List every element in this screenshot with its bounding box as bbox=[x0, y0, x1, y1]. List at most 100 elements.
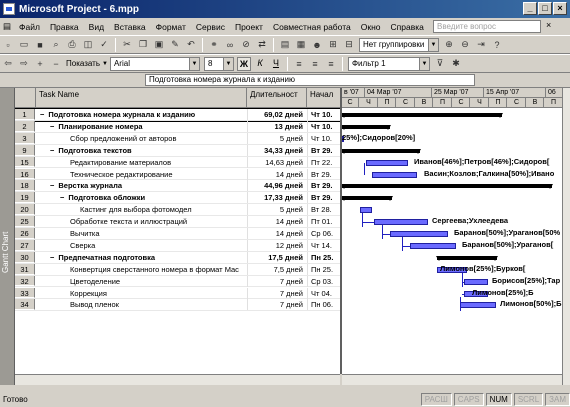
table-row[interactable]: 32 Цветоделение 7 дней Ср 03. bbox=[15, 275, 348, 288]
summary-bar[interactable] bbox=[342, 148, 421, 154]
table-row[interactable]: 31 Конвертция сверстанного номера в форма… bbox=[15, 263, 348, 276]
paste-icon[interactable]: ▣ bbox=[152, 38, 166, 52]
duration-cell[interactable]: 17,5 дней bbox=[247, 251, 307, 263]
table-row[interactable]: 25 Обработке текста и иллюстраций 14 дней П… bbox=[15, 216, 348, 228]
task-name-cell[interactable]: Коррекция bbox=[36, 288, 266, 299]
collapse-toggle[interactable]: − bbox=[50, 146, 54, 155]
table-row[interactable]: 27 Сверка 12 дней Чт 14. bbox=[15, 239, 348, 252]
duration-cell[interactable]: 13 дней bbox=[247, 120, 307, 132]
row-id[interactable]: 27 bbox=[15, 239, 35, 251]
collapse-toggle[interactable]: − bbox=[50, 253, 54, 262]
task-name-cell[interactable]: Сбор предложений от авторов bbox=[36, 133, 266, 144]
table-row[interactable]: 16 Техническое редактирование 14 дней Вт 29… bbox=[15, 168, 348, 181]
row-id[interactable]: 18 bbox=[15, 180, 35, 192]
help-icon[interactable]: ? bbox=[490, 38, 504, 52]
task-name-cell[interactable]: − Верстка журнала bbox=[36, 180, 266, 191]
copy-icon[interactable]: ❐ bbox=[136, 38, 150, 52]
publish-icon[interactable]: ⊞ bbox=[326, 38, 340, 52]
duration-cell[interactable]: 5 дней bbox=[247, 204, 307, 216]
zoom-in-icon[interactable]: ⊕ bbox=[442, 38, 456, 52]
task-name-cell[interactable]: − Планирование номера bbox=[36, 121, 266, 132]
menu-tools[interactable]: Сервис bbox=[191, 22, 230, 32]
task-name-cell[interactable]: Конвертция сверстанного номера в формат … bbox=[36, 264, 266, 275]
task-name-cell[interactable]: − Подготовка обложки bbox=[36, 192, 266, 203]
task-name-cell[interactable]: Техническое редактирование bbox=[36, 169, 266, 180]
summary-bar[interactable] bbox=[436, 255, 498, 261]
table-row[interactable]: 1− Подготовка номера журнала к изданию 69,… bbox=[15, 108, 348, 122]
row-id[interactable]: 3 bbox=[15, 132, 35, 144]
underline-button[interactable]: Ч bbox=[269, 57, 283, 71]
duration-cell[interactable]: 7 дней bbox=[247, 287, 307, 299]
summary-bar[interactable] bbox=[342, 184, 553, 190]
grouping-select[interactable]: Нет группировки ▼ bbox=[359, 37, 439, 52]
summary-bar[interactable] bbox=[342, 196, 393, 202]
align-right-icon[interactable]: ≡ bbox=[324, 57, 338, 71]
search-icon[interactable]: ⌕ bbox=[49, 38, 63, 52]
task-info-icon[interactable]: ▤ bbox=[278, 38, 292, 52]
publish-all-icon[interactable]: ⊟ bbox=[342, 38, 356, 52]
duration-cell[interactable]: 7 дней bbox=[247, 299, 307, 311]
close-button[interactable]: × bbox=[553, 2, 567, 15]
column-header-task-name[interactable]: Task Name bbox=[36, 88, 247, 108]
duration-cell[interactable]: 14 дней bbox=[247, 216, 307, 228]
task-name-cell[interactable]: Кастинг для выбора фотомодел bbox=[36, 204, 266, 215]
print-icon[interactable]: ⎙ bbox=[65, 38, 79, 52]
table-row[interactable]: 18− Верстка журнала 44,96 дней Вт 29. bbox=[15, 180, 348, 193]
chevron-down-icon[interactable]: ▼ bbox=[102, 61, 108, 67]
collapse-toggle[interactable]: − bbox=[50, 181, 54, 190]
align-center-icon[interactable]: ≡ bbox=[308, 57, 322, 71]
font-select[interactable]: Arial ▼ bbox=[109, 56, 200, 71]
unlink-tasks-icon[interactable]: ⊘ bbox=[239, 38, 253, 52]
duration-cell[interactable]: 69,02 дней bbox=[247, 109, 307, 120]
task-bar[interactable] bbox=[460, 302, 496, 309]
task-name-cell[interactable]: Цветоделение bbox=[36, 276, 266, 287]
row-id[interactable]: 1 bbox=[15, 109, 35, 120]
row-id[interactable]: 15 bbox=[15, 156, 35, 168]
task-name-cell[interactable]: − Предпечатная подготовка bbox=[36, 252, 266, 263]
collapse-toggle[interactable]: − bbox=[40, 110, 44, 119]
table-row[interactable]: 3 Сбор предложений от авторов 5 дней Чт 10. bbox=[15, 132, 348, 145]
task-name-cell[interactable]: Вывод пленок bbox=[36, 299, 266, 310]
row-id[interactable]: 26 bbox=[15, 228, 35, 239]
entry-field[interactable]: Подготовка номера журнала к изданию bbox=[145, 74, 475, 86]
task-bar[interactable] bbox=[390, 231, 448, 237]
task-name-cell[interactable]: − Подготовка номера журнала к изданию bbox=[36, 109, 266, 120]
table-row[interactable]: 30− Предпечатная подготовка 17,5 дней Пн 25… bbox=[15, 251, 348, 264]
task-bar[interactable] bbox=[464, 278, 488, 285]
align-left-icon[interactable]: ≡ bbox=[292, 57, 306, 71]
table-row[interactable]: 15 Редактирование материалов 14,63 дней Пт … bbox=[15, 156, 348, 169]
zoom-out-icon[interactable]: ⊖ bbox=[458, 38, 472, 52]
open-icon[interactable]: ▭ bbox=[17, 38, 31, 52]
row-id[interactable]: 19 bbox=[15, 192, 35, 204]
column-header-duration[interactable]: Длительност bbox=[247, 88, 307, 108]
task-bar[interactable] bbox=[366, 159, 408, 166]
split-task-icon[interactable]: ⇄ bbox=[255, 38, 269, 52]
minimize-button[interactable]: _ bbox=[523, 2, 537, 15]
indent-icon[interactable]: ⇨ bbox=[17, 57, 31, 71]
maximize-button[interactable]: □ bbox=[538, 2, 552, 15]
gantt-wizard-icon[interactable]: ✱ bbox=[449, 57, 463, 71]
row-id[interactable]: 33 bbox=[15, 287, 35, 299]
close-doc-icon[interactable]: × bbox=[546, 20, 551, 30]
notes-icon[interactable]: ▦ bbox=[294, 38, 308, 52]
collapse-toggle[interactable]: − bbox=[60, 193, 64, 202]
help-search-input[interactable]: Введите вопрос bbox=[433, 20, 541, 33]
duration-cell[interactable]: 14 дней bbox=[247, 228, 307, 239]
menu-view[interactable]: Вид bbox=[84, 22, 109, 32]
bold-button[interactable]: Ж bbox=[236, 56, 251, 71]
task-name-cell[interactable]: Редактирование материалов bbox=[36, 157, 266, 168]
task-name-cell[interactable]: Обработке текста и иллюстраций bbox=[36, 216, 266, 227]
duration-cell[interactable]: 17,33 дней bbox=[247, 192, 307, 204]
cut-icon[interactable]: ✂ bbox=[120, 38, 134, 52]
summary-bar[interactable] bbox=[342, 113, 503, 118]
format-painter-icon[interactable]: ✎ bbox=[168, 38, 182, 52]
scroll-to-task-icon[interactable]: ⇥ bbox=[474, 38, 488, 52]
vertical-scrollbar[interactable] bbox=[562, 88, 570, 385]
new-icon[interactable]: ▫ bbox=[1, 38, 15, 52]
duration-cell[interactable]: 7 дней bbox=[247, 275, 307, 287]
gantt-horizontal-scrollbar[interactable] bbox=[342, 374, 562, 385]
outdent-icon[interactable]: ⇦ bbox=[1, 57, 15, 71]
row-id[interactable]: 30 bbox=[15, 251, 35, 263]
duration-cell[interactable]: 5 дней bbox=[247, 132, 307, 144]
summary-bar[interactable] bbox=[342, 124, 391, 130]
